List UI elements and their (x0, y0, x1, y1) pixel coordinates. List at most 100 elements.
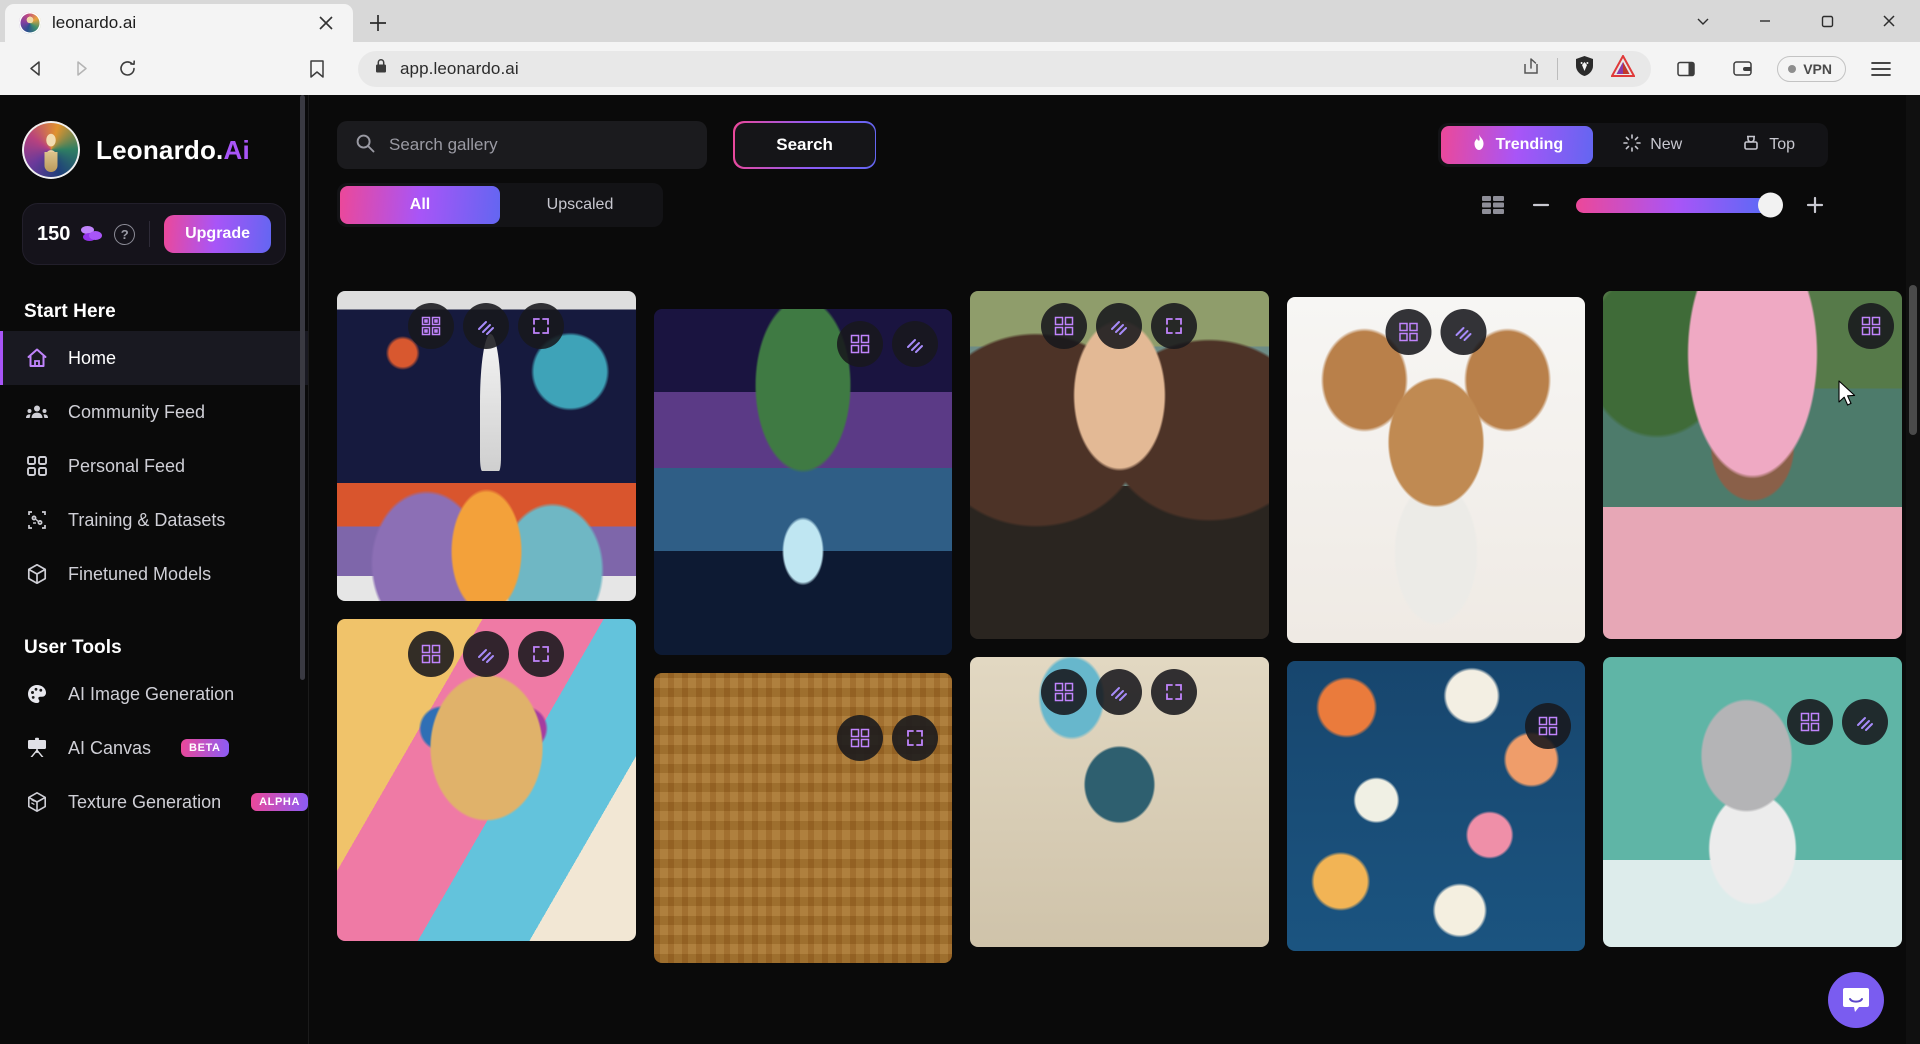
sort-option-new[interactable]: New (1593, 126, 1712, 164)
upscale-diagonal-icon[interactable] (1841, 699, 1888, 745)
sidebar-item-home[interactable]: Home (0, 331, 308, 385)
intercom-chat-button[interactable] (1828, 972, 1884, 1028)
gallery-card-chihuahua-watercolor[interactable] (1286, 297, 1586, 643)
grid-density-icon[interactable] (1480, 194, 1506, 216)
zoom-slider-knob[interactable] (1758, 192, 1783, 218)
card-action-bar (837, 715, 939, 761)
main-content: Search gallery Search Trending New Top A… (308, 95, 1920, 1044)
share-icon[interactable] (1521, 56, 1541, 81)
zoom-in-button[interactable] (1802, 192, 1828, 218)
image-to-image-icon[interactable] (408, 303, 455, 349)
upscale-diagonal-icon[interactable] (463, 303, 510, 349)
leonardo-avatar-logo-icon (22, 121, 80, 179)
sidebar-item-label: Home (68, 347, 117, 368)
sidebar-scrollbar[interactable] (300, 95, 305, 680)
image-to-image-icon[interactable] (837, 321, 884, 367)
toolbar-divider (1557, 57, 1559, 80)
search-button[interactable]: Search (733, 121, 877, 169)
filter-option-upscaled[interactable]: Upscaled (500, 186, 660, 224)
image-to-image-icon[interactable] (837, 715, 884, 761)
vpn-label: VPN (1803, 60, 1832, 77)
gallery-card-floral-pattern[interactable] (1286, 661, 1586, 951)
sidebar-item-community-feed[interactable]: Community Feed (0, 385, 308, 439)
vpn-status-dot (1788, 64, 1797, 73)
expand-fullscreen-icon[interactable] (1151, 669, 1198, 715)
expand-fullscreen-icon[interactable] (518, 631, 565, 677)
sidebar-item-personal-feed[interactable]: Personal Feed (0, 439, 308, 493)
gallery-card-cosmic-tree-waterfall[interactable] (653, 309, 953, 655)
brave-rewards-triangle-icon[interactable] (1610, 53, 1636, 82)
bookmark-icon[interactable] (296, 48, 338, 90)
upscale-diagonal-icon[interactable] (1096, 669, 1143, 715)
gallery-column (1286, 291, 1586, 963)
sidebar-item-ai-image-generation[interactable]: AI Image Generation (0, 667, 308, 721)
image-to-image-icon[interactable] (1041, 303, 1088, 349)
browser-tab[interactable]: leonardo.ai (5, 4, 353, 42)
sidebar-item-finetuned-models[interactable]: Finetuned Models (0, 547, 308, 601)
toolbar-row-search: Search gallery Search Trending New Top (309, 121, 1920, 169)
vpn-button[interactable]: VPN (1777, 55, 1846, 82)
sidebar-panel-icon[interactable] (1665, 48, 1707, 90)
zoom-out-button[interactable] (1528, 192, 1554, 218)
gallery-card-woman-portrait-beach[interactable] (970, 291, 1269, 639)
upscale-diagonal-icon[interactable] (1440, 309, 1487, 355)
sidebar-item-training-datasets[interactable]: Training & Datasets (0, 493, 308, 547)
brand-header[interactable]: Leonardo.Ai (0, 95, 308, 179)
brave-lion-shield-icon[interactable] (1574, 55, 1595, 82)
sort-option-trending[interactable]: Trending (1440, 126, 1594, 164)
expand-fullscreen-icon[interactable] (1151, 303, 1198, 349)
wallet-icon[interactable] (1721, 48, 1763, 90)
upscale-diagonal-icon[interactable] (1096, 303, 1143, 349)
image-to-image-icon[interactable] (1525, 703, 1572, 749)
brand-name-suffix: Ai (223, 134, 250, 165)
sidebar-item-label: Texture Generation (68, 791, 222, 812)
gallery-card-rocket-launch-illustration[interactable] (337, 291, 636, 601)
upscale-diagonal-icon[interactable] (463, 631, 510, 677)
mouse-cursor (1837, 380, 1859, 415)
gallery-card-koala-on-bicycle[interactable] (1603, 657, 1902, 947)
tab-title: leonardo.ai (52, 13, 137, 32)
minimize-icon[interactable] (1734, 0, 1796, 42)
upscale-diagonal-icon[interactable] (892, 321, 939, 367)
address-bar[interactable]: app.leonardo.ai (358, 50, 1652, 87)
view-zoom-controls (1480, 192, 1828, 218)
gallery-grid (337, 291, 1902, 1044)
gallery-card-blue-haired-sorceress[interactable] (970, 657, 1269, 947)
expand-fullscreen-icon[interactable] (892, 715, 939, 761)
hamburger-menu-icon[interactable] (1860, 48, 1902, 90)
sidebar-item-label: AI Image Generation (68, 683, 235, 704)
coin-stack-icon (81, 224, 103, 244)
image-to-image-icon[interactable] (1041, 669, 1088, 715)
card-action-bar (408, 631, 565, 677)
search-input[interactable]: Search gallery (337, 121, 707, 169)
sort-option-top[interactable]: Top (1712, 126, 1825, 164)
image-to-image-icon[interactable] (1385, 309, 1432, 355)
credits-amount: 150 (37, 222, 71, 245)
window-close-icon[interactable] (1858, 0, 1920, 42)
zoom-slider[interactable] (1576, 192, 1783, 218)
community-people-icon (24, 399, 50, 425)
gallery-card-egyptian-hieroglyphs[interactable] (653, 673, 953, 963)
expand-fullscreen-icon[interactable] (518, 303, 565, 349)
main-scrollbar[interactable] (1906, 95, 1920, 1044)
image-to-image-icon[interactable] (408, 631, 455, 677)
help-circle-icon[interactable]: ? (114, 223, 136, 245)
sidebar-item-ai-canvas[interactable]: AI Canvas BETA (0, 721, 308, 775)
tab-close-icon[interactable] (313, 10, 339, 36)
image-to-image-icon[interactable] (1786, 699, 1833, 745)
gallery-card-pink-hair-fairy-portrait[interactable] (1603, 291, 1902, 639)
upgrade-button[interactable]: Upgrade (164, 215, 271, 253)
forward-arrow-icon[interactable] (60, 48, 102, 90)
gallery-card-lion-sunglasses-illustration[interactable] (337, 619, 636, 941)
card-action-bar (837, 321, 939, 367)
filter-option-all[interactable]: All (340, 186, 500, 224)
image-to-image-icon[interactable] (1847, 303, 1894, 349)
back-arrow-icon[interactable] (14, 48, 56, 90)
chevron-down-icon[interactable] (1672, 0, 1734, 42)
sidebar-item-texture-generation[interactable]: Texture Generation ALPHA (0, 775, 308, 829)
maximize-icon[interactable] (1796, 0, 1858, 42)
reload-icon[interactable] (106, 48, 148, 90)
sidebar-section-user-tools: User Tools (24, 637, 122, 658)
card-action-bar (408, 303, 565, 349)
new-tab-button[interactable] (355, 4, 401, 42)
